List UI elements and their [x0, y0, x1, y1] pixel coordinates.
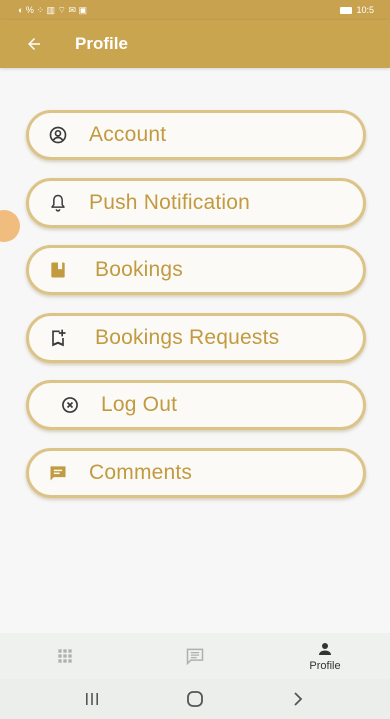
account-circle-icon	[47, 124, 69, 146]
comment-icon	[47, 462, 69, 484]
status-right: 10:5	[340, 5, 374, 15]
menu-item-bookings-requests[interactable]: Bookings Requests	[26, 312, 366, 363]
back-nav-button[interactable]	[278, 684, 318, 714]
back-button[interactable]	[22, 32, 46, 56]
menu-item-label: Bookings Requests	[95, 325, 280, 349]
menu-item-comments[interactable]: Comments	[26, 447, 366, 498]
nav-item-grid[interactable]	[25, 633, 105, 679]
menu-item-push-notification[interactable]: Push Notification	[26, 177, 366, 228]
status-bar: ◐ % ⁘ ▥ ⌔ ✉ ▣ 10:5	[0, 0, 390, 20]
person-icon	[319, 643, 331, 655]
bell-icon	[47, 192, 69, 214]
menu-item-label: Comments	[89, 460, 193, 484]
book-icon	[47, 259, 69, 281]
grid-icon	[58, 649, 72, 663]
profile-menu: Account Push Notification Bookings Booki…	[26, 110, 366, 515]
page-title: Profile	[75, 34, 128, 53]
close-circle-icon	[59, 394, 81, 416]
menu-item-bookings[interactable]: Bookings	[26, 245, 366, 295]
system-navigation-bar	[0, 679, 390, 719]
home-icon	[187, 691, 203, 707]
home-button[interactable]	[175, 684, 215, 714]
menu-item-log-out[interactable]: Log Out	[26, 380, 366, 430]
nav-item-messages[interactable]	[155, 633, 235, 679]
nav-item-profile[interactable]: Profile	[285, 633, 365, 679]
status-icons: ◐ % ⁘ ▥ ⌔ ✉ ▣	[18, 5, 87, 16]
menu-item-label: Bookings	[95, 258, 183, 281]
menu-item-account[interactable]: Account	[26, 110, 366, 160]
menu-item-label: Log Out	[101, 393, 178, 416]
app-bar: Profile	[0, 20, 390, 68]
status-time: 10:5	[356, 5, 374, 15]
status-icons-text: ◐ % ⁘ ▥ ⌔ ✉ ▣	[18, 4, 87, 15]
battery-icon	[340, 6, 353, 14]
floating-indicator[interactable]	[0, 210, 20, 242]
bottom-navigation: Profile	[0, 633, 390, 679]
message-icon	[186, 648, 204, 666]
bookmark-add-icon	[47, 327, 69, 349]
recent-apps-icon	[85, 693, 98, 705]
chevron-right-icon	[294, 692, 303, 706]
nav-label-profile: Profile	[309, 660, 341, 672]
recent-apps-button[interactable]	[72, 684, 112, 714]
arrow-left-icon	[28, 38, 40, 50]
menu-item-label: Account	[89, 123, 167, 146]
menu-item-label: Push Notification	[89, 190, 250, 214]
